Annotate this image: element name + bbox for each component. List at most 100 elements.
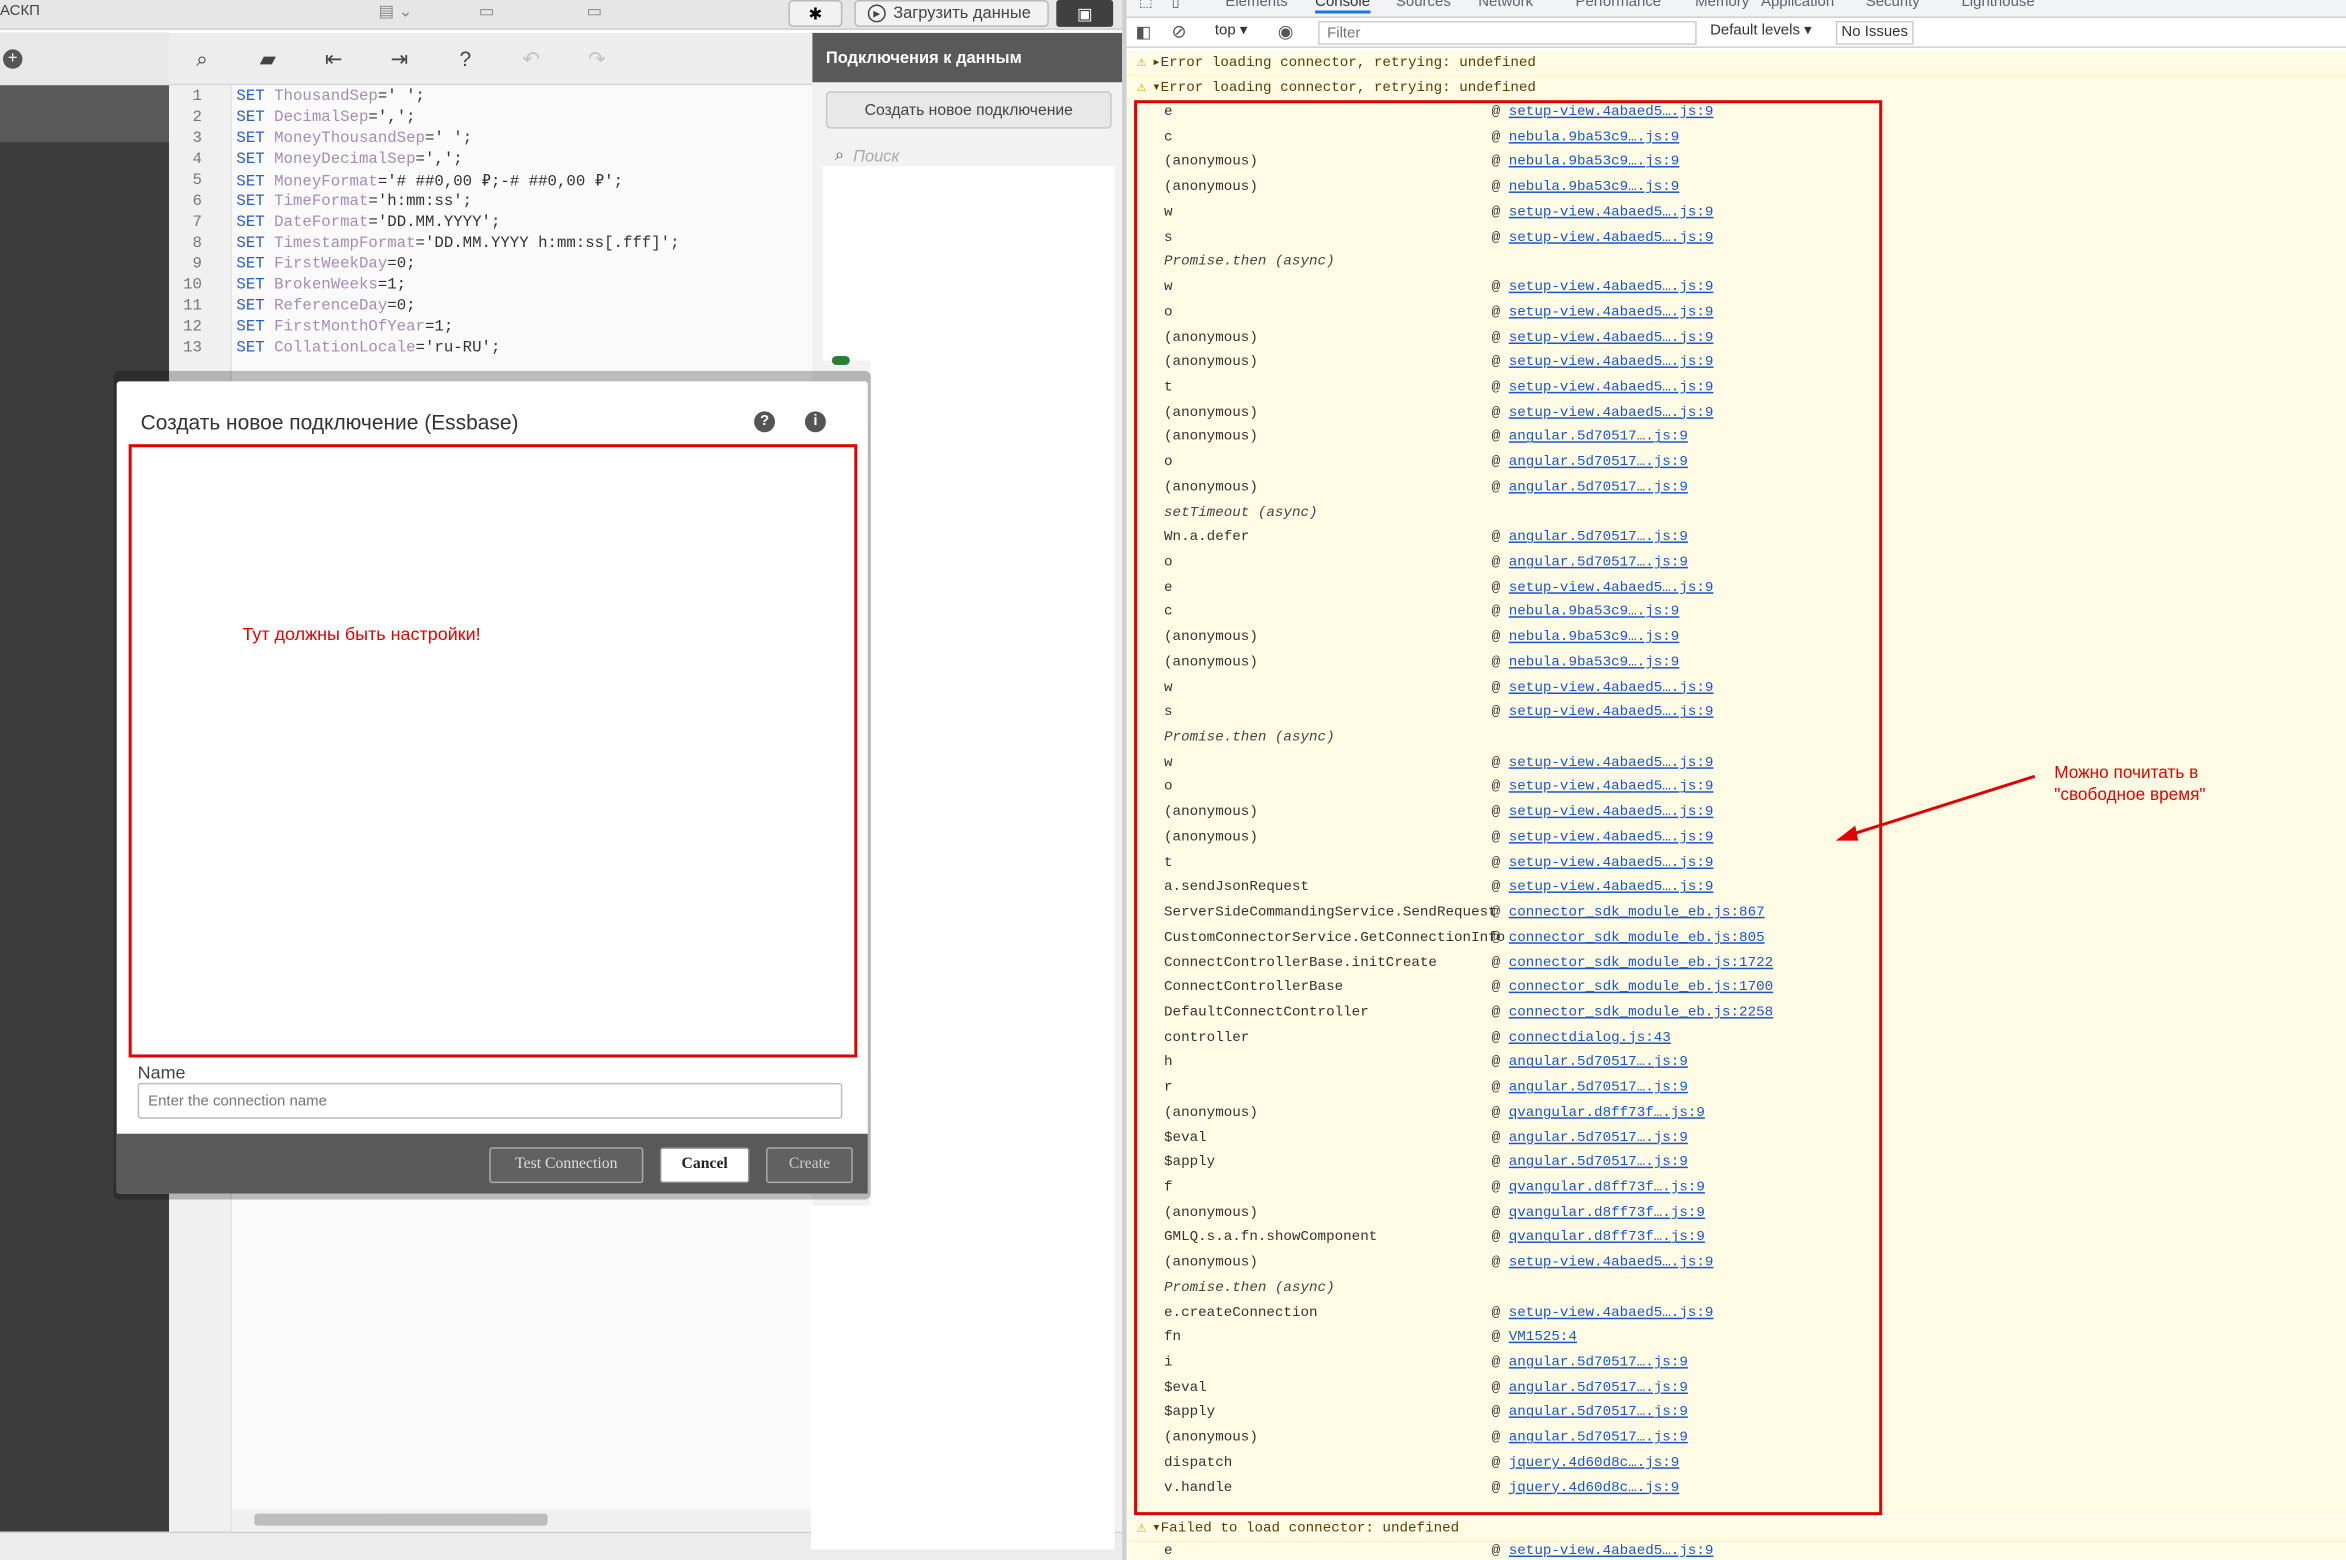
clear-console-icon[interactable]: ⊘ (1172, 21, 1187, 42)
panel-toggle-button[interactable]: ▣ (1056, 0, 1114, 27)
code-line: SET MoneyThousandSep=' '; (236, 130, 473, 149)
settings-missing-note: Тут должны быть настройки! (242, 623, 481, 645)
code-line: SET DateFormat='DD.MM.YYYY'; (236, 213, 501, 232)
line-number: 1 (192, 88, 202, 107)
stack-trace-highlight (1134, 100, 1883, 1516)
help-icon[interactable]: ? (754, 411, 776, 433)
console-filter-input[interactable] (1318, 20, 1697, 45)
line-number: 10 (183, 276, 202, 295)
scrollbar-thumb[interactable] (254, 1513, 548, 1526)
code-line: SET MoneyDecimalSep=','; (236, 151, 463, 170)
line-number: 6 (192, 192, 202, 211)
tab-lighthouse[interactable]: Lighthouse (1961, 0, 2034, 10)
code-line: SET BrokenWeeks=1; (236, 276, 407, 295)
warning-icon: ⚠ (1137, 80, 1147, 98)
screenshot-root: АСКП ▤ ⌄ ▭ ▭ ✱ ▶ Загрузить данные ▣ + ⌕ … (0, 0, 2346, 1560)
redo-icon[interactable]: ↷ (564, 46, 630, 71)
panel-icon: ▣ (1076, 5, 1093, 24)
tab-performance[interactable]: Performance (1575, 0, 1661, 10)
line-number: 5 (192, 172, 202, 190)
code-line: SET TimeFormat='h:mm:ss'; (236, 192, 473, 211)
connection-name-input[interactable] (137, 1082, 843, 1119)
settings-area-highlight (128, 444, 858, 1058)
line-number: 12 (183, 318, 202, 337)
stack-function: e (1164, 1542, 1173, 1559)
sidebar-toggle-icon[interactable]: ◧ (1136, 22, 1152, 42)
code-line: SET FirstWeekDay=0; (236, 255, 416, 274)
line-number: 2 (192, 109, 202, 128)
devtools-tabs: ⬚ ▯ Elements Console Sources Network Per… (1126, 0, 2346, 18)
test-connection-button[interactable]: Test Connection (489, 1147, 644, 1184)
name-label: Name (137, 1061, 186, 1083)
stack-trace-continued (1126, 1542, 2346, 1560)
annotation-arrow-icon (1835, 774, 2036, 841)
dialog-title: Создать новое подключение (Essbase) (140, 409, 519, 434)
tab-security[interactable]: Security (1866, 0, 1920, 10)
outdent-icon[interactable]: ⇥ (367, 46, 433, 71)
eye-icon[interactable]: ◉ (1278, 21, 1294, 42)
create-connection-button[interactable]: Создать новое подключение (825, 91, 1112, 129)
add-section-icon[interactable]: + (2, 49, 23, 69)
tab-sources[interactable]: Sources (1396, 0, 1451, 10)
app-title: АСКП (0, 2, 40, 20)
redaction-block (870, 360, 1115, 1206)
log-levels-dropdown[interactable]: Default levels ▾ (1710, 22, 1811, 38)
annotation-line: Можно почитать в (2054, 764, 2199, 783)
left-sidebar-header (0, 32, 170, 86)
warning-icon: ⚠ (1137, 55, 1147, 72)
line-number: 11 (183, 297, 202, 316)
inspect-icon[interactable]: ⬚ (1139, 0, 1153, 10)
search-icon[interactable]: ⌕ (169, 46, 235, 71)
tab-elements[interactable]: Elements (1225, 0, 1287, 10)
tab-application[interactable]: Application (1761, 0, 1834, 10)
line-number: 4 (192, 151, 202, 170)
play-icon: ▶ (867, 4, 886, 23)
console-warning[interactable]: ⚠ ▸Error loading connector, retrying: und… (1126, 50, 2346, 77)
editor-toolbar: ⌕ ▰ ⇤ ⇥ ? ↶ ↷ (169, 32, 813, 86)
code-line: SET FirstMonthOfYear=1; (236, 318, 454, 337)
tab-memory[interactable]: Memory (1695, 0, 1749, 10)
console-warning[interactable]: ⚠ ▾Failed to load connector: undefined (1126, 1516, 2346, 1543)
undo-icon[interactable]: ↶ (498, 46, 564, 71)
code-line: SET TimestampFormat='DD.MM.YYYY h:mm:ss[… (236, 234, 680, 253)
search-placeholder: Поиск (853, 147, 900, 166)
comment-icon[interactable]: ▰ (235, 46, 301, 71)
search-icon: ⌕ (834, 146, 845, 165)
connection-search[interactable]: ⌕ Поиск (835, 147, 899, 166)
redaction-block (822, 166, 1115, 361)
device-icon[interactable]: ▯ (1172, 0, 1180, 10)
status-indicator (831, 355, 850, 365)
upload-data-button[interactable]: ▶ Загрузить данные (854, 0, 1049, 27)
upload-data-label: Загрузить данные (893, 4, 1031, 23)
issues-button[interactable]: No Issues (1835, 20, 1914, 45)
create-button[interactable]: Create (766, 1147, 853, 1184)
page-icon[interactable]: ▭ (479, 1, 495, 21)
help-icon[interactable]: ? (432, 46, 498, 70)
line-number: 13 (183, 339, 202, 358)
cancel-button[interactable]: Cancel (659, 1147, 750, 1184)
code-line: SET ReferenceDay=0; (236, 297, 416, 316)
annotation-line: "свободное время" (2054, 786, 2206, 805)
indent-icon[interactable]: ⇤ (301, 46, 367, 71)
document-icon[interactable]: ▤ ⌄ (379, 1, 413, 21)
line-number: 9 (192, 255, 202, 274)
context-selector[interactable]: top ▾ (1215, 22, 1247, 38)
code-line: SET DecimalSep=','; (236, 109, 416, 128)
tab-network[interactable]: Network (1478, 0, 1533, 10)
stack-source-link[interactable]: @ setup-view.4abaed5….js:9 (1492, 1542, 1714, 1558)
line-number: 7 (192, 213, 202, 232)
code-line: SET ThousandSep=' '; (236, 88, 425, 107)
annotation-note: Можно почитать в "свободное время" (2054, 763, 2205, 808)
monitor-icon[interactable]: ▭ (586, 1, 602, 21)
line-number: 3 (192, 130, 202, 149)
info-icon[interactable]: i (804, 411, 826, 433)
code-line: SET MoneyFormat='# ##0,00 ₽;-# ##0,00 ₽'… (236, 173, 624, 192)
debug-button[interactable]: ✱ (788, 0, 843, 27)
bug-icon: ✱ (808, 5, 823, 24)
redaction-block (810, 1205, 1115, 1550)
code-line: SET CollationLocale='ru-RU'; (236, 339, 501, 358)
line-number: 8 (192, 234, 202, 253)
tab-console[interactable]: Console (1315, 0, 1371, 14)
warning-icon: ⚠ (1137, 1521, 1147, 1538)
data-connections-header: Подключения к данным (812, 32, 1123, 83)
